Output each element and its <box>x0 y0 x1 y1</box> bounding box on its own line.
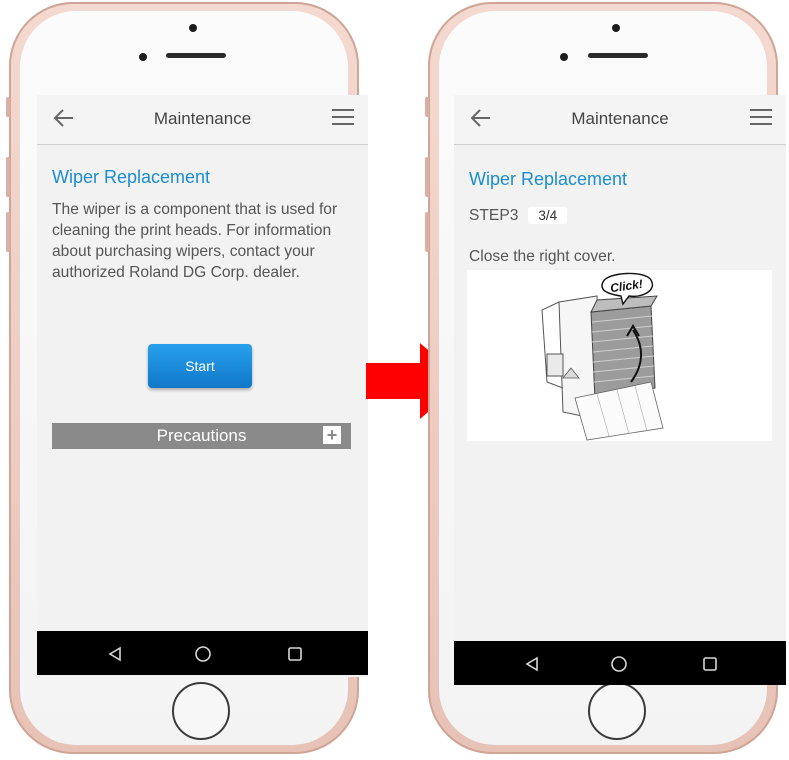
left-phone-volume-up <box>6 157 10 197</box>
circle-home-icon[interactable] <box>183 631 223 675</box>
step-progress-badge: 3/4 <box>528 207 568 224</box>
square-recents-icon[interactable] <box>690 641 730 685</box>
instruction-text: Close the right cover. <box>469 248 616 265</box>
right-phone-volume-up <box>425 157 429 197</box>
section-heading: Wiper Replacement <box>469 169 628 189</box>
description-text: The wiper is a component that is used fo… <box>52 201 338 281</box>
right-phone-speaker <box>588 53 648 58</box>
left-app-bar: Maintenance <box>37 95 368 145</box>
right-app-bar: Maintenance <box>454 95 786 145</box>
right-phone-volume-down <box>425 212 429 252</box>
close-cover-illustration: Click! <box>467 270 772 441</box>
triangle-back-icon[interactable] <box>512 641 552 685</box>
left-phone-speaker <box>166 53 226 58</box>
android-nav-bar <box>454 641 786 685</box>
right-phone-sensor <box>560 53 568 61</box>
left-phone-frame: Maintenance Wiper Replacement The wiper … <box>6 2 368 754</box>
section-heading: Wiper Replacement <box>52 167 211 187</box>
circle-home-icon[interactable] <box>599 641 639 685</box>
hamburger-menu-icon[interactable] <box>750 109 772 127</box>
left-phone-mute-switch <box>6 97 10 117</box>
precautions-label: Precautions <box>156 426 247 445</box>
left-phone-sensor <box>139 53 147 61</box>
left-phone-front-camera <box>189 24 197 32</box>
start-button[interactable]: Start <box>148 344 252 388</box>
triangle-back-icon[interactable] <box>95 631 135 675</box>
right-phone-mute-switch <box>425 97 429 117</box>
right-screen: Maintenance Wiper Replacement STEP3 3/4 C… <box>454 95 786 685</box>
step-indicator: STEP3 3/4 <box>469 207 568 225</box>
left-phone-home-button[interactable] <box>172 682 230 740</box>
expand-plus-icon[interactable]: + <box>323 426 341 444</box>
page-title: Maintenance <box>571 109 669 128</box>
left-phone-volume-down <box>6 212 10 252</box>
step-label: STEP3 <box>469 207 519 224</box>
android-nav-bar <box>37 631 368 675</box>
square-recents-icon[interactable] <box>275 631 315 675</box>
hamburger-menu-icon[interactable] <box>332 109 354 127</box>
right-phone-frame: Maintenance Wiper Replacement STEP3 3/4 C… <box>425 2 786 754</box>
precautions-bar[interactable]: Precautions + <box>52 423 351 449</box>
right-phone-front-camera <box>612 24 620 32</box>
left-screen: Maintenance Wiper Replacement The wiper … <box>37 95 368 677</box>
page-title: Maintenance <box>153 109 252 128</box>
right-phone-home-button[interactable] <box>588 682 646 740</box>
